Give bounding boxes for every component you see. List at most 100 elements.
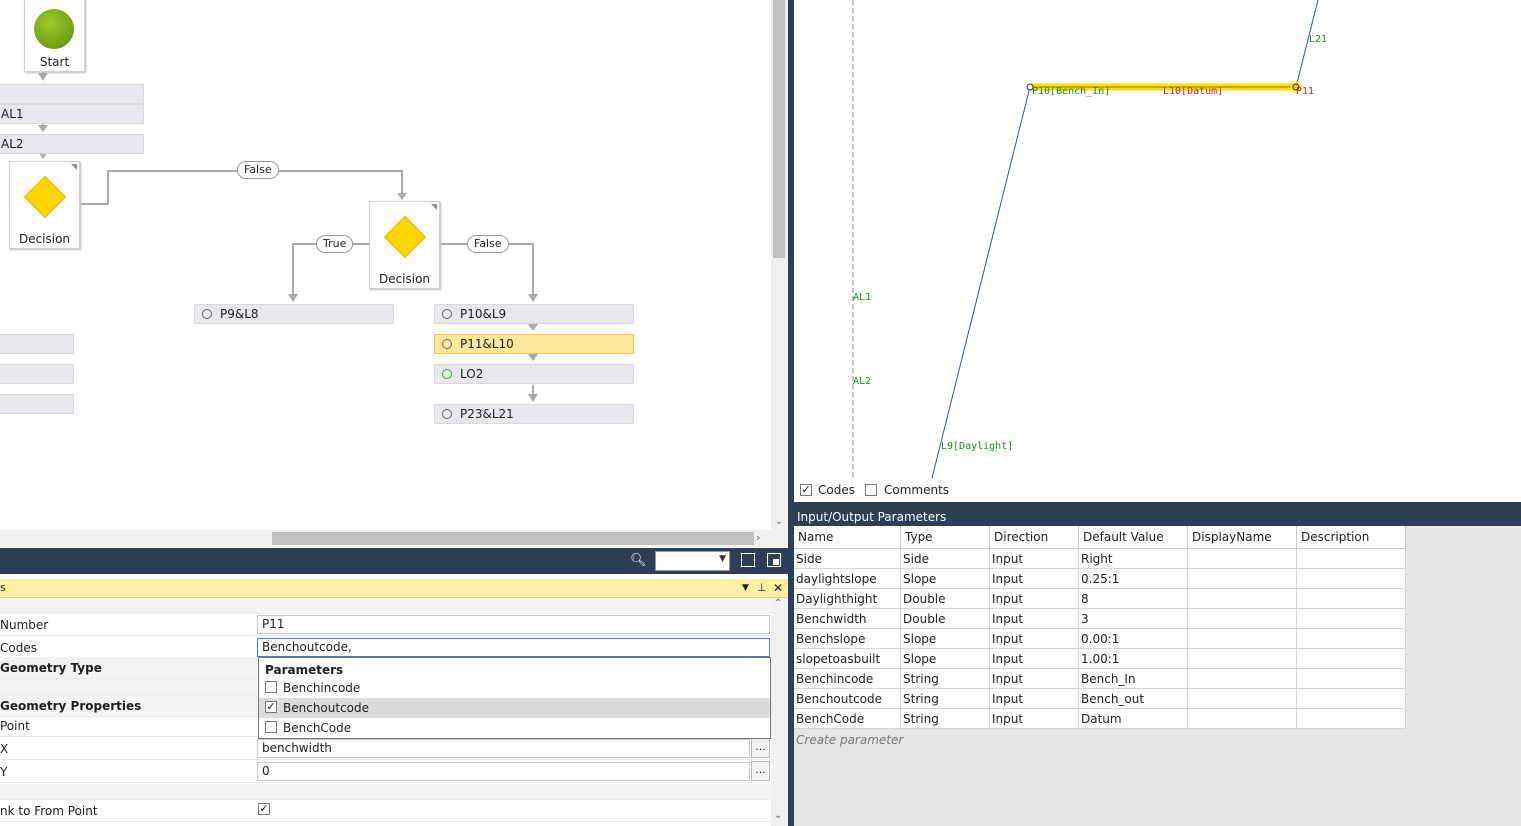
table-row[interactable]: Daylighthight Double Input 8	[794, 588, 1406, 609]
table-cell[interactable]: BenchCode	[794, 708, 901, 729]
table-cell[interactable]: Double	[900, 588, 990, 609]
table-cell[interactable]: daylightslope	[794, 568, 901, 589]
flow-step-al2[interactable]: AL2	[0, 134, 144, 154]
search-icon[interactable]: 🔍︎	[630, 553, 647, 569]
table-cell[interactable]	[1187, 548, 1297, 569]
scroll-down-icon[interactable]: ⌄	[773, 516, 785, 528]
table-cell[interactable]	[1296, 608, 1406, 629]
table-cell[interactable]: Bench_In	[1078, 668, 1188, 689]
scroll-right-icon[interactable]: ›	[756, 531, 768, 545]
table-cell[interactable]: Side	[794, 548, 901, 569]
flow-step-p9-l8[interactable]: P9&L8	[194, 304, 394, 324]
table-cell[interactable]: Input	[989, 628, 1079, 649]
table-cell[interactable]: Double	[900, 608, 990, 629]
table-cell[interactable]: Daylighthight	[794, 588, 901, 609]
flow-step-left-3[interactable]	[0, 394, 74, 414]
scroll-down-icon[interactable]: ⌄	[774, 810, 782, 821]
table-cell[interactable]: Datum	[1078, 708, 1188, 729]
flow-step-lo2[interactable]: LO2	[434, 364, 634, 384]
checkbox-checked[interactable]: ✓	[265, 701, 277, 713]
table-cell[interactable]	[1296, 568, 1406, 589]
column-header[interactable]: Type	[900, 526, 990, 549]
table-cell[interactable]: Input	[989, 708, 1079, 729]
table-cell[interactable]	[1187, 688, 1297, 709]
geometry-preview-canvas[interactable]: L21 P10[Bench_In] L10[Datum] P11 AL1 AL2…	[794, 0, 1521, 478]
table-cell[interactable]: Input	[989, 668, 1079, 689]
decision-node-1[interactable]: Decision	[9, 161, 80, 249]
y-field[interactable]: 0	[257, 762, 750, 781]
number-field[interactable]: P11	[257, 615, 770, 634]
table-cell[interactable]	[1296, 588, 1406, 609]
link-to-from-point-checkbox[interactable]: ✓	[258, 803, 270, 815]
dropdown-item-benchcode[interactable]: BenchCode	[259, 718, 770, 738]
decision-node-2[interactable]: Decision	[369, 201, 440, 289]
fit-to-window-icon[interactable]	[741, 553, 755, 567]
table-cell[interactable]: Input	[989, 688, 1079, 709]
table-cell[interactable]	[1187, 588, 1297, 609]
y-ellipsis-button[interactable]: ...	[751, 761, 770, 781]
table-cell[interactable]: 0.25:1	[1078, 568, 1188, 589]
flowchart-horizontal-scroll-thumb[interactable]	[272, 532, 754, 545]
table-cell[interactable]: String	[900, 708, 990, 729]
table-cell[interactable]	[1296, 628, 1406, 649]
table-cell[interactable]: Bench_out	[1078, 688, 1188, 709]
table-cell[interactable]: Input	[989, 588, 1079, 609]
table-cell[interactable]	[1296, 708, 1406, 729]
table-cell[interactable]: Benchoutcode	[794, 688, 901, 709]
menu-dropdown-icon[interactable]: ▼	[742, 579, 749, 597]
table-cell[interactable]	[1187, 608, 1297, 629]
x-field[interactable]: benchwidth	[257, 739, 750, 758]
table-cell[interactable]	[1187, 568, 1297, 589]
table-cell[interactable]	[1296, 668, 1406, 689]
column-header[interactable]: Description	[1296, 526, 1406, 549]
column-header[interactable]: DisplayName	[1187, 526, 1297, 549]
table-row[interactable]: BenchCode String Input Datum	[794, 708, 1406, 729]
create-parameter-row[interactable]: Create parameter	[796, 733, 903, 747]
flow-step-al1[interactable]: AL1	[0, 104, 144, 124]
table-cell[interactable]: Slope	[900, 628, 990, 649]
codes-field[interactable]: Benchoutcode,	[257, 638, 770, 657]
flow-step-p11-l10[interactable]: P11&L10	[434, 334, 634, 354]
table-row[interactable]: Side Side Input Right	[794, 548, 1406, 569]
codes-checkbox[interactable]: ✓	[800, 484, 812, 496]
table-cell[interactable]	[1187, 668, 1297, 689]
table-row[interactable]: Benchincode String Input Bench_In	[794, 668, 1406, 689]
table-cell[interactable]: Slope	[900, 568, 990, 589]
full-screen-icon[interactable]	[767, 553, 781, 567]
close-icon[interactable]: ✕	[773, 579, 783, 597]
checkbox[interactable]	[265, 721, 277, 733]
table-cell[interactable]	[1187, 708, 1297, 729]
start-node[interactable]: Start	[24, 0, 85, 72]
table-cell[interactable]	[1187, 648, 1297, 669]
flow-step-blank[interactable]	[0, 84, 144, 104]
table-cell[interactable]: String	[900, 668, 990, 689]
table-cell[interactable]: 1.00:1	[1078, 648, 1188, 669]
table-cell[interactable]: 8	[1078, 588, 1188, 609]
scroll-up-icon[interactable]: ⌃	[774, 598, 782, 609]
comments-checkbox[interactable]	[865, 484, 877, 496]
flow-step-p10-l9[interactable]: P10&L9	[434, 304, 634, 324]
dropdown-item-benchoutcode[interactable]: ✓ Benchoutcode	[259, 698, 770, 718]
table-cell[interactable]: Right	[1078, 548, 1188, 569]
flow-step-p23-l21[interactable]: P23&L21	[434, 404, 634, 424]
table-cell[interactable]: Input	[989, 548, 1079, 569]
column-header[interactable]: Direction	[989, 526, 1079, 549]
table-cell[interactable]: slopetoasbuilt	[794, 648, 901, 669]
table-row[interactable]: slopetoasbuilt Slope Input 1.00:1	[794, 648, 1406, 669]
table-cell[interactable]: Input	[989, 648, 1079, 669]
dropdown-item-benchincode[interactable]: Benchincode	[259, 678, 770, 698]
table-row[interactable]: Benchoutcode String Input Bench_out	[794, 688, 1406, 709]
table-cell[interactable]: Input	[989, 568, 1079, 589]
flowchart-vertical-scroll-thumb[interactable]	[773, 0, 785, 258]
table-cell[interactable]	[1296, 548, 1406, 569]
column-header[interactable]: Default Value	[1078, 526, 1188, 549]
flow-step-left-2[interactable]	[0, 364, 74, 384]
flow-step-left-1[interactable]	[0, 334, 74, 354]
table-cell[interactable]: String	[900, 688, 990, 709]
pin-icon[interactable]: ⊥	[757, 579, 767, 597]
column-header[interactable]: Name	[794, 526, 901, 549]
table-cell[interactable]: Slope	[900, 648, 990, 669]
table-cell[interactable]: Benchslope	[794, 628, 901, 649]
zoom-select[interactable]: ▼	[655, 551, 730, 571]
table-row[interactable]: Benchslope Slope Input 0.00:1	[794, 628, 1406, 649]
